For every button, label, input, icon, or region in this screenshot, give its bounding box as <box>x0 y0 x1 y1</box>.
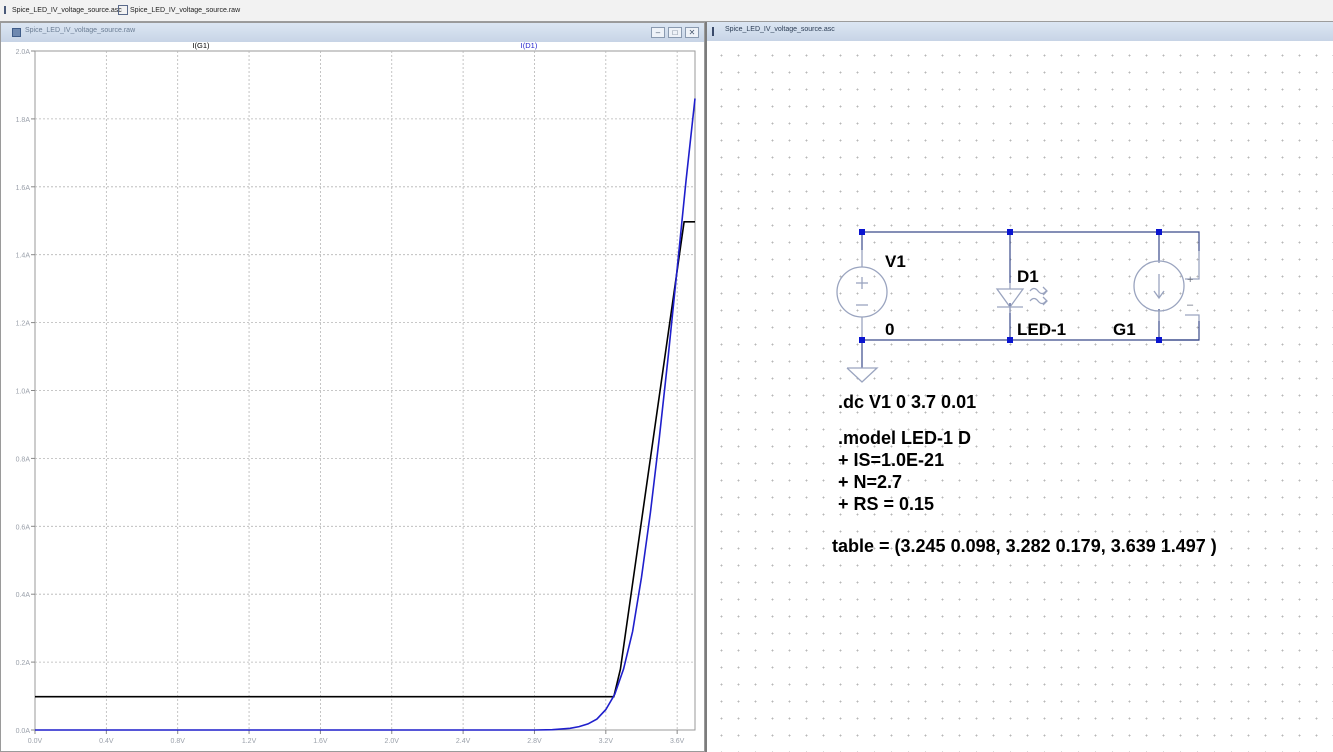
y-tick-label: 1.2A <box>16 321 31 328</box>
v1-voltage-source-icon[interactable] <box>836 250 888 340</box>
schematic-window-title: Spice_LED_IV_voltage_source.asc <box>725 26 835 33</box>
iv-plot[interactable]: 0.0V 0.4V 0.8V 1.2V 1.6V 2.0V 2.4V 2.8V 3.2V 3.6V… <box>1 42 704 752</box>
y-tick-label: 0.8A <box>16 456 31 463</box>
g1-plus-sign: + <box>1187 274 1194 286</box>
x-tick-label: 2.4V <box>456 738 471 745</box>
x-tick-label: 2.8V <box>527 738 542 745</box>
x-tick-label: 0.8V <box>170 738 185 745</box>
waveform-icon <box>118 5 128 16</box>
y-tick-label: 1.8A <box>16 117 31 124</box>
document-tab-bar: Spice_LED_IV_voltage_source.asc Spice_LE… <box>0 0 1333 22</box>
tab-waveform-file[interactable]: Spice_LED_IV_voltage_source.raw <box>118 4 240 18</box>
legend-label: I(G1) <box>192 42 210 50</box>
led-d1-icon[interactable] <box>995 283 1048 313</box>
x-tick-label: 1.6V <box>313 738 328 745</box>
waveform-window-titlebar[interactable]: Spice_LED_IV_voltage_source.raw – □ ✕ <box>1 23 704 42</box>
tab-schematic-file[interactable]: Spice_LED_IV_voltage_source.asc <box>4 4 122 18</box>
y-tick-label: 0.6A <box>16 524 31 531</box>
model-directive-line[interactable]: + RS = 0.15 <box>838 493 934 515</box>
wire <box>862 231 1200 251</box>
schematic-window-titlebar[interactable]: Spice_LED_IV_voltage_source.asc <box>707 22 1333 41</box>
x-tick-label: 3.2V <box>599 738 614 745</box>
x-tick-label: 2.0V <box>385 738 400 745</box>
ground-node-label: 0 <box>885 320 895 339</box>
y-tick-label: 0.4A <box>16 592 31 599</box>
x-tick-label: 3.6V <box>670 738 685 745</box>
tab-label: Spice_LED_IV_voltage_source.asc <box>12 7 122 14</box>
legend-label: I(D1) <box>521 42 538 50</box>
table-directive[interactable]: table = (3.245 0.098, 3.282 0.179, 3.639… <box>832 535 1217 557</box>
y-tick-label: 1.6A <box>16 185 31 192</box>
waveform-window-title: Spice_LED_IV_voltage_source.raw <box>25 27 136 34</box>
x-tick-label: 0.0V <box>28 738 43 745</box>
schematic-window[interactable]: Spice_LED_IV_voltage_source.asc V1 0 D1 … <box>705 22 1333 752</box>
y-tick-label: 2.0A <box>16 49 31 56</box>
y-tick-label: 0.2A <box>16 660 31 667</box>
model-directive-line[interactable]: .model LED-1 D <box>838 427 971 449</box>
schematic-window-icon <box>712 27 716 36</box>
g1-minus-sign: – <box>1187 299 1194 311</box>
x-tick-label: 1.2V <box>242 738 257 745</box>
dc-directive[interactable]: .dc V1 0 3.7 0.01 <box>838 391 976 413</box>
y-tick-label: 1.0A <box>16 389 31 396</box>
d1-label: D1 <box>1017 267 1039 286</box>
v1-label: V1 <box>885 252 906 271</box>
minimize-button[interactable]: – <box>651 27 665 38</box>
model-directive-line[interactable]: + IS=1.0E-21 <box>838 449 944 471</box>
d1-model-label: LED-1 <box>1017 320 1067 339</box>
schematic-icon <box>4 6 10 15</box>
y-tick-label: 1.4A <box>16 253 31 260</box>
schematic-drawing <box>836 229 1200 383</box>
model-directive-line[interactable]: + N=2.7 <box>838 471 902 493</box>
x-tick-label: 0.4V <box>99 738 114 745</box>
g1-label: G1 <box>1113 320 1136 339</box>
maximize-button[interactable]: □ <box>668 27 682 38</box>
y-tick-label: 0.0A <box>16 728 31 735</box>
tab-label: Spice_LED_IV_voltage_source.raw <box>130 7 241 14</box>
schematic-canvas[interactable]: V1 0 D1 LED-1 G1 + – .dc V1 0 3.7 0.01 .… <box>707 41 1333 752</box>
ground-icon[interactable] <box>846 367 879 383</box>
waveform-window[interactable]: Spice_LED_IV_voltage_source.raw – □ ✕ 0.… <box>0 22 705 752</box>
close-button[interactable]: ✕ <box>685 27 699 38</box>
waveform-window-icon <box>12 28 21 37</box>
